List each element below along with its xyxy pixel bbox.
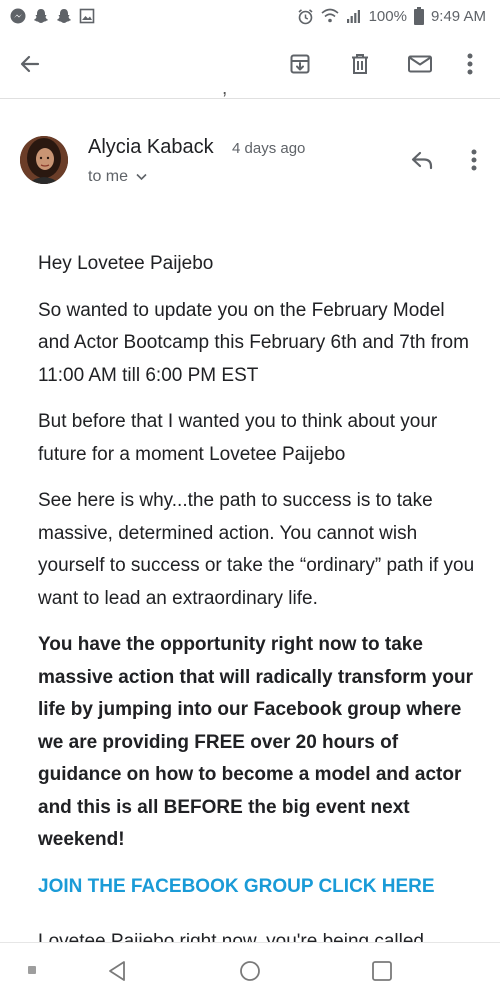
android-nav-bar — [0, 942, 500, 1000]
clock: 9:49 AM — [430, 7, 486, 25]
reply-icon — [411, 151, 433, 170]
nav-back-button[interactable] — [99, 953, 135, 989]
square-recents-icon — [372, 961, 392, 981]
delete-icon — [352, 54, 368, 74]
nav-indicator-dot — [28, 966, 36, 974]
recipient-details-toggle[interactable]: to me — [88, 168, 147, 186]
signal-icon — [346, 8, 362, 24]
recipient-label: to me — [88, 168, 129, 185]
nav-home-button[interactable] — [232, 953, 268, 989]
archive-icon — [290, 54, 310, 74]
battery-icon — [413, 7, 424, 25]
archive-button[interactable] — [278, 42, 322, 86]
system-status: 100% 9:49 AM — [297, 7, 486, 25]
mark-unread-icon — [408, 55, 432, 73]
avatar-photo — [20, 136, 68, 184]
body-paragraph: But before that I wanted you to think ab… — [38, 411, 438, 465]
more-vert-icon — [471, 149, 477, 171]
wifi-icon — [321, 8, 339, 24]
back-button[interactable] — [8, 42, 52, 86]
facebook-group-link[interactable]: JOIN THE FACEBOOK GROUP CLICK HERE — [38, 876, 435, 897]
message-header: Alycia Kaback 4 days ago to me — [0, 120, 500, 200]
back-arrow-icon — [20, 55, 40, 73]
delete-button[interactable] — [338, 42, 382, 86]
alarm-icon — [297, 8, 314, 25]
body-paragraph: See here is why...the path to success is… — [38, 490, 475, 609]
sender-avatar[interactable] — [20, 136, 68, 184]
message-more-button[interactable] — [452, 138, 496, 182]
status-bar: 100% 9:49 AM — [0, 0, 500, 32]
more-vert-icon — [467, 53, 473, 75]
message-body: Hey Lovetee Paijebo So wanted to update … — [38, 248, 478, 917]
messenger-icon — [10, 8, 26, 24]
toolbar-divider — [0, 98, 500, 99]
mark-unread-button[interactable] — [398, 42, 442, 86]
snapchat-icon — [56, 8, 72, 24]
truncated-body-line: Lovetee Paijebo right now, you're being … — [38, 926, 478, 942]
battery-percent: 100% — [368, 7, 407, 25]
sender-name: Alycia Kaback — [88, 136, 214, 158]
message-time: 4 days ago — [232, 140, 306, 157]
triangle-back-icon — [109, 961, 125, 981]
circle-home-icon — [240, 961, 260, 981]
message-toolbar — [0, 32, 500, 96]
toolbar-more-button[interactable] — [448, 42, 492, 86]
nav-recents-button[interactable] — [364, 953, 400, 989]
notification-icons — [10, 8, 95, 24]
reply-button[interactable] — [400, 138, 444, 182]
gmail-message-screen: 100% 9:49 AM , — [0, 0, 500, 1000]
gallery-icon — [79, 8, 95, 24]
greeting: Hey Lovetee Paijebo — [38, 253, 214, 274]
chevron-down-icon — [136, 173, 147, 181]
body-paragraph: So wanted to update you on the February … — [38, 299, 469, 386]
body-paragraph-bold: You have the opportunity right now to ta… — [38, 634, 474, 850]
snapchat-icon — [33, 8, 49, 24]
truncated-text: Lovetee Paijebo right now, you're being … — [38, 931, 425, 942]
